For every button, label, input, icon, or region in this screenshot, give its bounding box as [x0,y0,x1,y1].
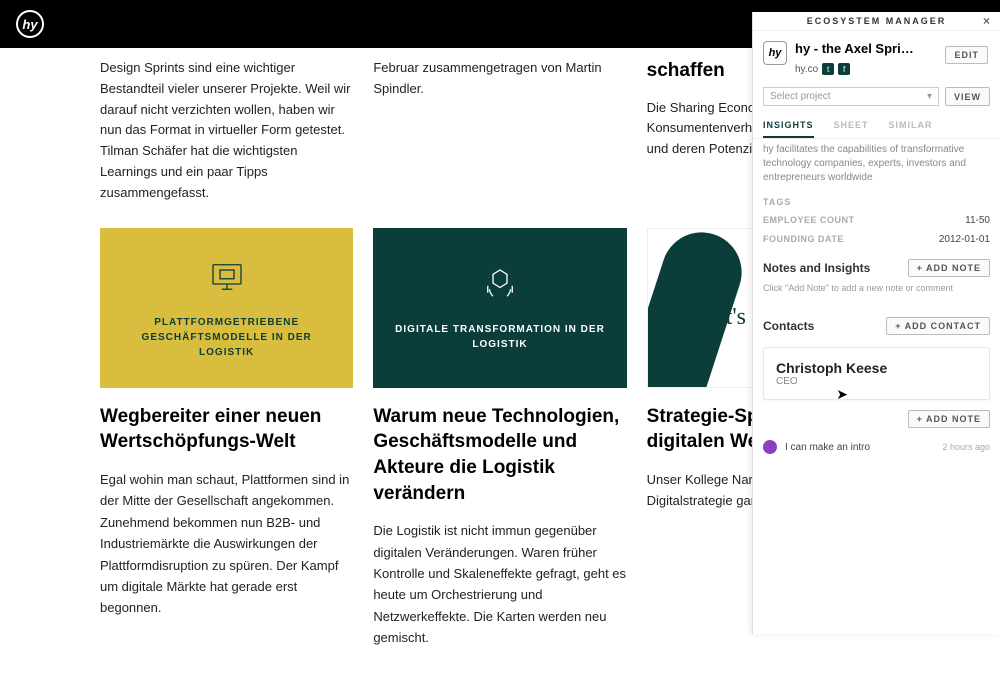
article-body: Design Sprints sind eine wichtiger Besta… [100,58,353,204]
logo[interactable]: hy [16,10,44,38]
twitter-icon[interactable]: t [822,63,834,75]
contacts-title: Contacts [763,319,814,333]
project-select-placeholder: Select project [770,91,831,102]
founding-date-label: FOUNDING DATE [763,234,844,245]
entity-description: hy facilitates the capabilities of trans… [753,139,1000,189]
project-select[interactable]: Select project ▾ [763,87,939,106]
panel-header: ECOSYSTEM MANAGER × [753,12,1000,31]
note-item[interactable]: I can make an intro 2 hours ago [753,432,1000,462]
card-serif-text: It's [718,304,746,331]
note-text: I can make an intro [785,442,934,453]
entity-domain[interactable]: hy.co [795,64,818,75]
card-image-platform: PLATTFORMGETRIEBENE GESCHÄFTSMODELLE IN … [100,228,353,388]
monitor-icon [206,256,248,303]
article-card[interactable]: DIGITALE TRANSFORMATION IN DER LOGISTIK … [373,228,626,649]
tab-sheet[interactable]: SHEET [834,114,869,138]
card-caption: PLATTFORMGETRIEBENE GESCHÄFTSMODELLE IN … [100,315,353,360]
card-body: Die Logistik ist nicht immun gegenüber d… [373,520,626,649]
panel-tabs: INSIGHTS SHEET SIMILAR [753,114,1000,139]
avatar: hy [763,41,787,65]
employee-count-value: 11-50 [965,215,990,226]
add-note-bottom-row: + ADD NOTE [753,406,1000,432]
article-body: Februar zusammengetragen von Martin Spin… [373,58,626,100]
view-button[interactable]: VIEW [945,87,990,106]
add-note-button-2[interactable]: + ADD NOTE [908,410,990,428]
tags-label: TAGS [753,189,1000,211]
add-note-button[interactable]: + ADD NOTE [908,259,990,277]
add-contact-button[interactable]: + ADD CONTACT [886,317,990,335]
notes-section-head: Notes and Insights + ADD NOTE [753,249,1000,281]
tab-insights[interactable]: INSIGHTS [763,114,814,138]
project-selector-row: Select project ▾ VIEW [753,83,1000,114]
card-title: Wegbereiter einer neuen Wertschöpfungs-W… [100,404,353,455]
close-icon[interactable]: × [983,14,992,28]
employee-count-label: EMPLOYEE COUNT [763,215,855,226]
article-top-2: Februar zusammengetragen von Martin Spin… [373,58,626,204]
contact-card[interactable]: Christoph Keese CEO [763,347,990,400]
founding-date-value: 2012-01-01 [939,234,990,245]
notes-hint: Click "Add Note" to add a new note or co… [753,281,1000,305]
card-body: Egal wohin man schaut, Plattformen sind … [100,469,353,619]
ecosystem-panel: ECOSYSTEM MANAGER × hy hy - the Axel Spr… [752,12,1000,634]
contact-name: Christoph Keese [776,360,977,376]
employee-count-row: EMPLOYEE COUNT 11-50 [753,211,1000,230]
facebook-icon[interactable]: f [838,63,850,75]
note-avatar-icon [763,440,777,454]
contact-role: CEO [776,376,977,387]
hands-box-icon [479,263,521,310]
note-time: 2 hours ago [942,442,990,452]
chevron-down-icon: ▾ [927,91,932,102]
contacts-section-head: Contacts + ADD CONTACT [753,305,1000,341]
founding-date-row: FOUNDING DATE 2012-01-01 [753,230,1000,249]
notes-title: Notes and Insights [763,261,870,275]
panel-title-label: ECOSYSTEM MANAGER [807,16,947,26]
tab-similar[interactable]: SIMILAR [889,114,933,138]
entity-subline: hy.co t f [753,63,1000,83]
card-caption: DIGITALE TRANSFORMATION IN DER LOGISTIK [373,322,626,352]
edit-button[interactable]: EDIT [945,46,988,64]
card-image-transformation: DIGITALE TRANSFORMATION IN DER LOGISTIK [373,228,626,388]
article-top-1: Design Sprints sind eine wichtiger Besta… [100,58,353,204]
card-title: Warum neue Technologien, Geschäftsmodell… [373,404,626,507]
article-card[interactable]: PLATTFORMGETRIEBENE GESCHÄFTSMODELLE IN … [100,228,353,649]
